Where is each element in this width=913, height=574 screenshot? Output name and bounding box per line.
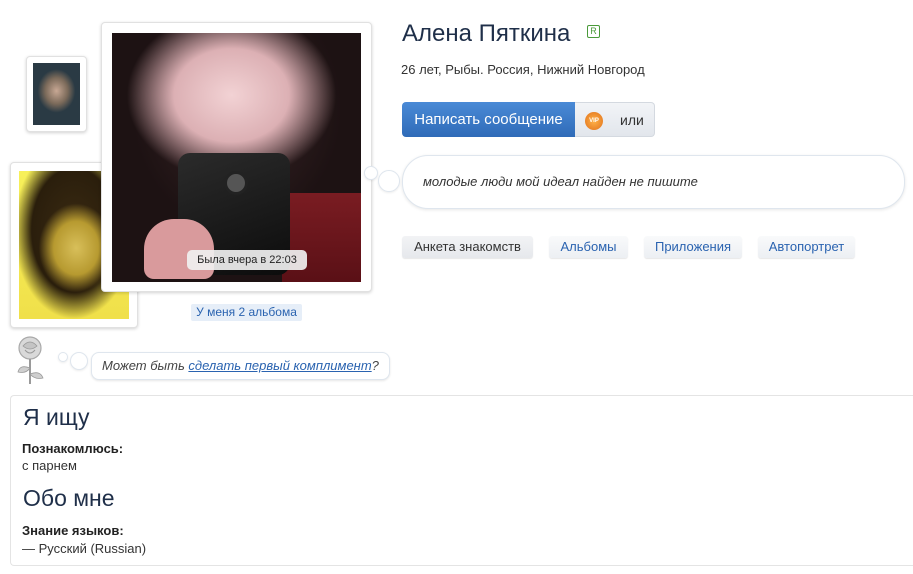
- tab-self-portrait[interactable]: Автопортрет: [758, 236, 855, 258]
- compliment-dot-large: [70, 352, 88, 370]
- profile-details-panel: Я ищу Познакомлюсь: с парнем Обо мне Зна…: [10, 395, 913, 566]
- avatar-thumb-small[interactable]: [26, 56, 87, 132]
- tab-albums[interactable]: Альбомы: [549, 236, 628, 258]
- registered-icon: R: [587, 25, 600, 38]
- photo-phone-lens: [224, 171, 248, 195]
- status-text: молодые люди мой идеал найден не пишите: [423, 174, 698, 189]
- or-label: или: [620, 112, 644, 128]
- languages-value: — Русский (Russian): [22, 541, 147, 556]
- languages-label: Знание языков:: [22, 523, 124, 538]
- compliment-suffix: ?: [371, 358, 379, 373]
- tab-applications[interactable]: Приложения: [644, 236, 742, 258]
- photo-hand: [144, 219, 214, 279]
- vip-icon: VIP: [585, 112, 603, 130]
- about-title: Обо мне: [23, 485, 115, 511]
- albums-link[interactable]: У меня 2 альбома: [191, 304, 302, 321]
- first-compliment-link[interactable]: сделать первый комплимент: [188, 358, 371, 373]
- compliment-bubble: Может быть сделать первый комплимент?: [91, 352, 390, 380]
- bubble-dot-large: [378, 170, 400, 192]
- rose-icon: [17, 336, 44, 384]
- tab-questionnaire[interactable]: Анкета знакомств: [402, 236, 533, 258]
- profile-name: Алена Пяткина: [402, 20, 571, 47]
- status-bubble: молодые люди мой идеал найден не пишите: [402, 155, 905, 209]
- status-badge: Была вчера в 22:03: [187, 250, 307, 270]
- seeking-value: с парнем: [22, 458, 77, 473]
- write-message-button[interactable]: Написать сообщение: [402, 102, 575, 137]
- bubble-dot-small: [364, 166, 378, 180]
- main-photo: [112, 33, 361, 282]
- seeking-title: Я ищу: [23, 404, 90, 430]
- seeking-label: Познакомлюсь:: [22, 441, 124, 456]
- compliment-dot-small: [58, 352, 68, 362]
- avatar-thumb-small-image: [33, 63, 80, 125]
- compliment-prefix: Может быть: [102, 358, 189, 373]
- profile-meta: 26 лет, Рыбы. Россия, Нижний Новгород: [401, 62, 645, 77]
- vip-gift-button[interactable]: VIP или: [575, 102, 655, 137]
